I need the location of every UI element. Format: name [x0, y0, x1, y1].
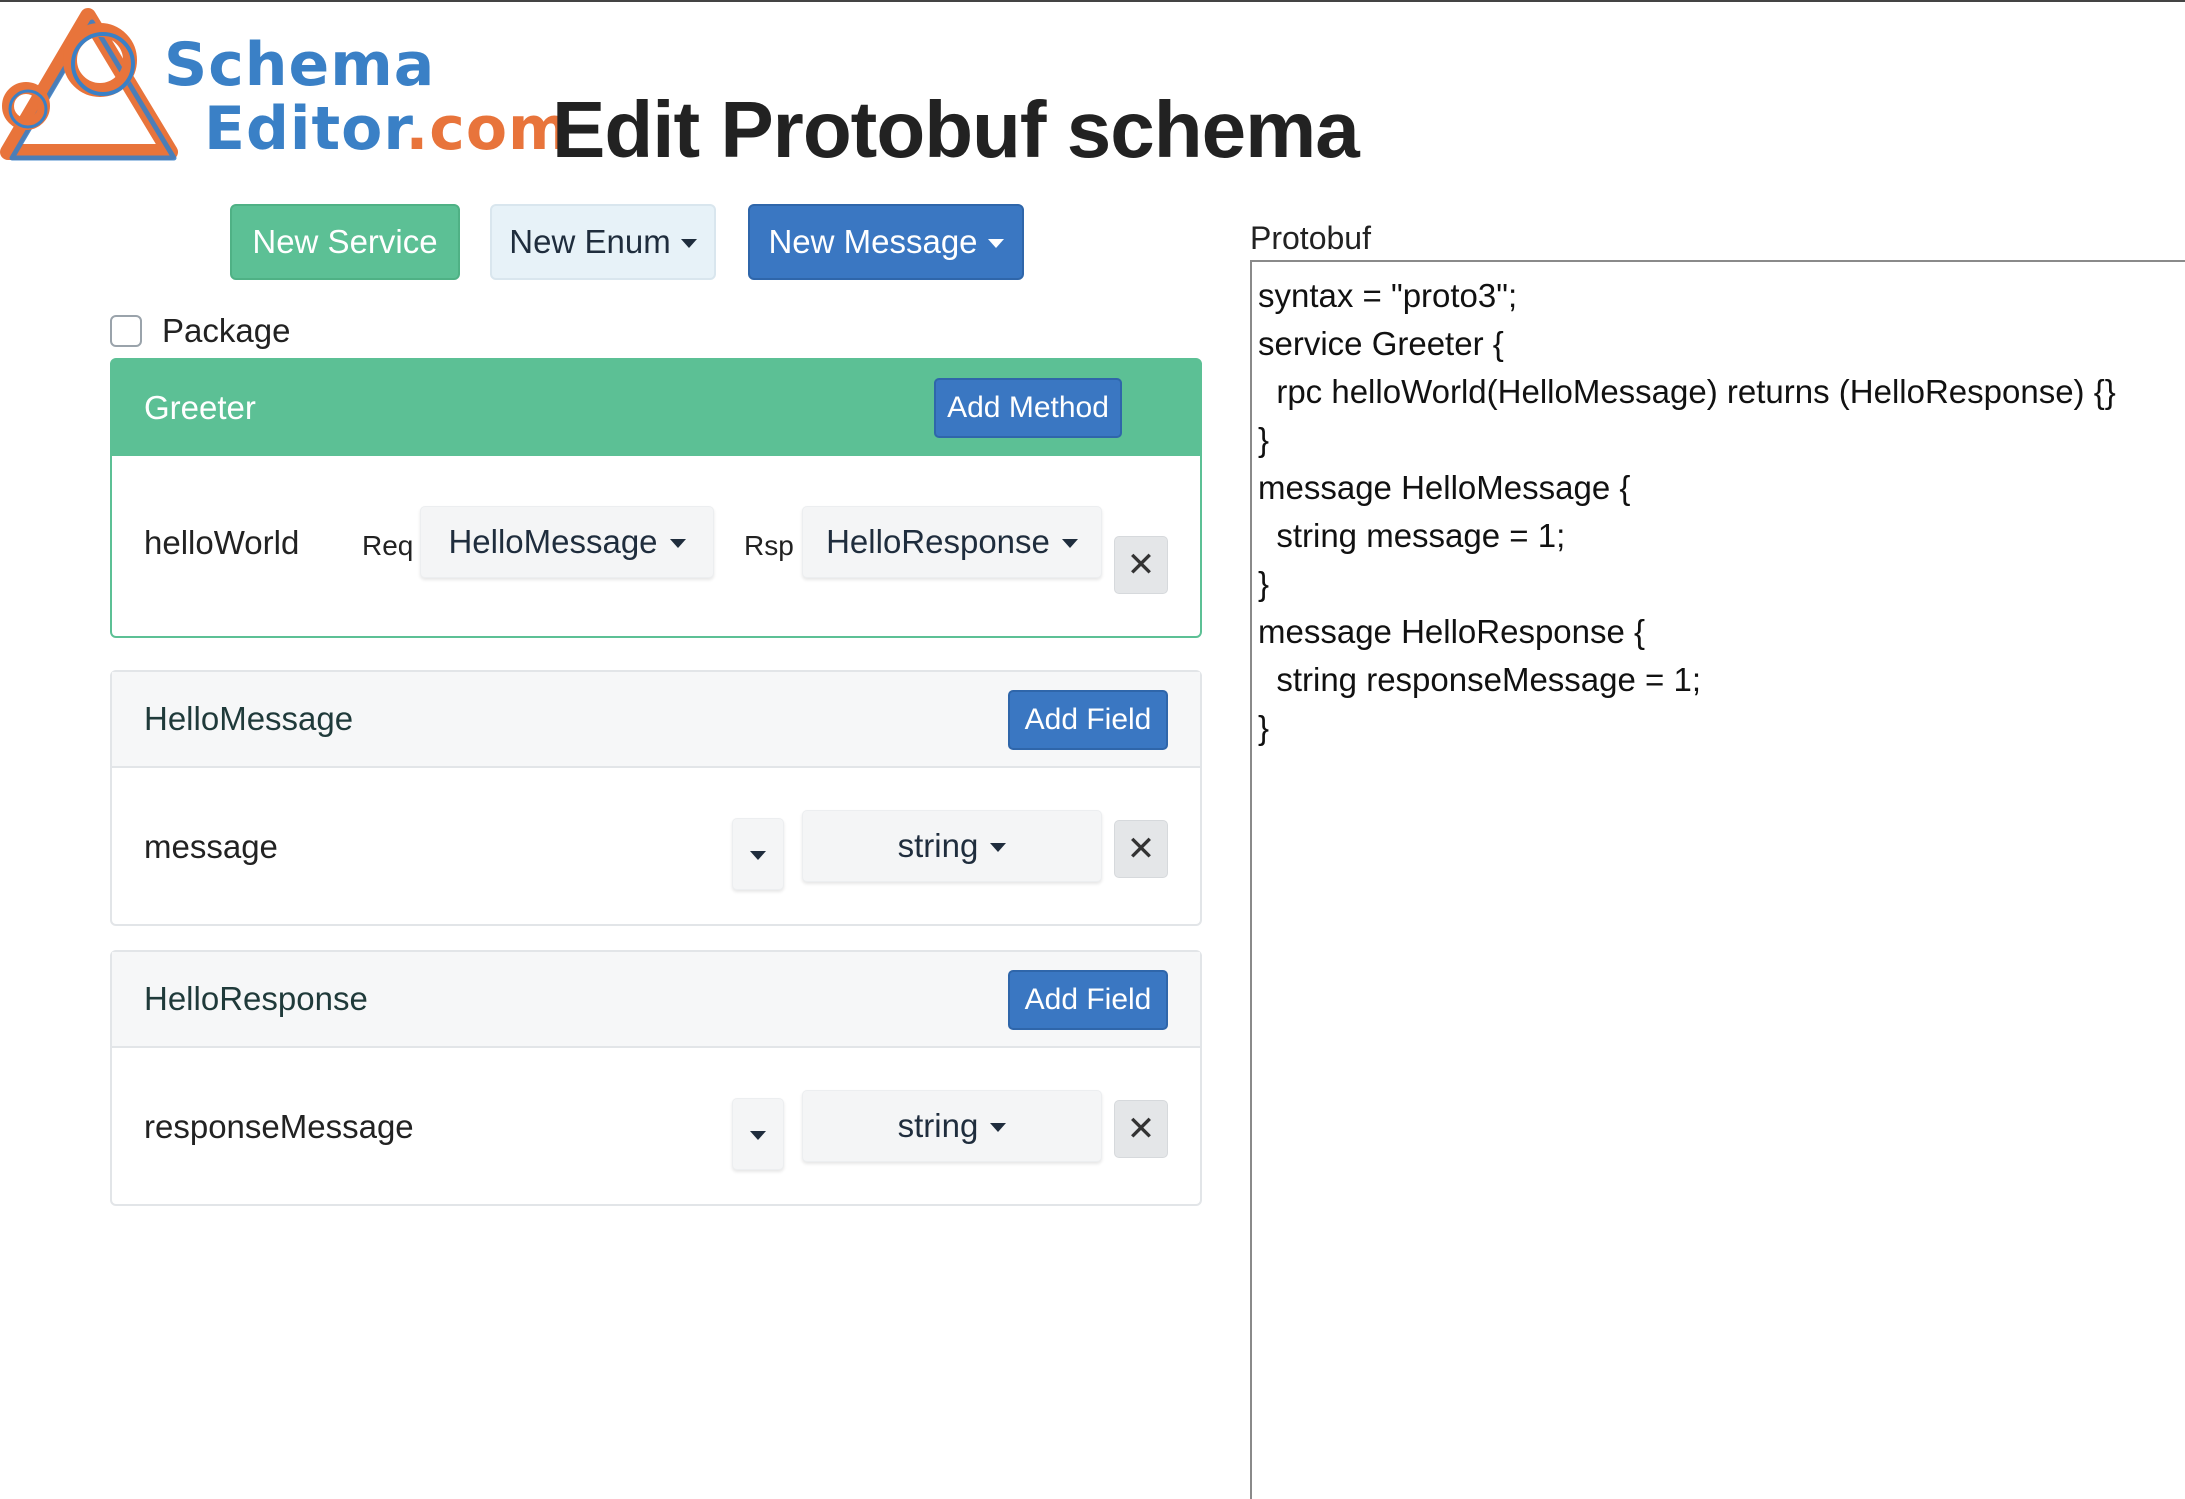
add-field-button[interactable]: Add Field	[1008, 970, 1168, 1030]
package-label: Package	[162, 312, 291, 349]
message-card-header: HelloResponse Add Field	[112, 952, 1200, 1048]
chevron-down-icon	[990, 1122, 1007, 1132]
remove-field-button[interactable]: ✕	[1114, 1100, 1168, 1158]
rsp-label: Rsp	[744, 530, 794, 561]
add-method-label: Add Method	[947, 391, 1109, 424]
logo-text-schema: Schema	[164, 30, 436, 100]
code-line: syntax = "proto3";	[1258, 277, 1518, 314]
code-line: string responseMessage = 1;	[1258, 661, 1701, 698]
field-type-value: string	[897, 1107, 979, 1144]
request-type-value: HelloMessage	[448, 523, 658, 560]
new-service-button[interactable]: New Service	[230, 204, 460, 280]
chevron-down-icon	[1061, 538, 1078, 548]
logo-text-editor-main: Editor	[204, 94, 406, 164]
new-message-dropdown-button[interactable]: New Message	[748, 204, 1024, 280]
protobuf-code: syntax = "proto3"; service Greeter { rpc …	[1258, 272, 2116, 752]
new-enum-dropdown-button[interactable]: New Enum	[490, 204, 716, 280]
chevron-down-icon	[987, 238, 1004, 248]
close-icon: ✕	[1126, 1110, 1156, 1148]
remove-field-button[interactable]: ✕	[1114, 820, 1168, 878]
code-line: rpc helloWorld(HelloMessage) returns (He…	[1258, 373, 2116, 410]
chevron-down-icon	[750, 1130, 766, 1140]
field-type-dropdown[interactable]: string	[802, 1090, 1102, 1162]
chevron-down-icon	[669, 538, 686, 548]
chevron-down-icon	[750, 850, 766, 860]
message-name: HelloResponse	[144, 980, 368, 1017]
new-service-label: New Service	[252, 223, 438, 260]
schema-editor-logo[interactable]: Schema Editor.com	[0, 2, 571, 172]
response-type-dropdown[interactable]: HelloResponse	[802, 506, 1102, 578]
add-method-button[interactable]: Add Method	[934, 378, 1122, 438]
req-label: Req	[362, 530, 414, 561]
code-line: service Greeter {	[1258, 325, 1504, 362]
package-checkbox[interactable]	[110, 315, 142, 347]
field-label-dropdown[interactable]	[732, 818, 784, 890]
logo-triangle-icon	[0, 8, 178, 161]
field-name: message	[144, 828, 278, 865]
page-title: Edit Protobuf schema	[552, 85, 1360, 174]
chevron-down-icon	[990, 842, 1007, 852]
service-card: Greeter Add Method helloWorld Req HelloM…	[110, 358, 1202, 638]
message-card: HelloResponse Add Field responseMessage …	[110, 950, 1202, 1206]
add-field-label: Add Field	[1024, 703, 1152, 736]
protobuf-label: Protobuf	[1250, 220, 1371, 256]
message-name: HelloMessage	[144, 700, 354, 737]
field-label-dropdown[interactable]	[732, 1098, 784, 1170]
close-icon: ✕	[1126, 546, 1156, 584]
field-name: responseMessage	[144, 1108, 414, 1145]
field-type-value: string	[897, 827, 979, 864]
service-card-header: Greeter Add Method	[112, 360, 1200, 456]
logo-text-editor: Editor.com	[204, 94, 572, 164]
service-name: Greeter	[144, 389, 256, 426]
response-type-value: HelloResponse	[826, 523, 1050, 560]
new-message-label: New Message	[768, 223, 978, 260]
message-card: HelloMessage Add Field message string ✕	[110, 670, 1202, 926]
code-line: }	[1258, 709, 1270, 746]
add-field-button[interactable]: Add Field	[1008, 690, 1168, 750]
code-line: }	[1258, 565, 1270, 602]
remove-method-button[interactable]: ✕	[1114, 536, 1168, 594]
chevron-down-icon	[680, 238, 697, 248]
close-icon: ✕	[1126, 830, 1156, 868]
message-card-header: HelloMessage Add Field	[112, 672, 1200, 768]
new-enum-label: New Enum	[509, 223, 671, 260]
request-type-dropdown[interactable]: HelloMessage	[420, 506, 714, 578]
add-field-label: Add Field	[1024, 983, 1152, 1016]
method-name: helloWorld	[144, 524, 300, 561]
code-line: string message = 1;	[1258, 517, 1566, 554]
code-line: }	[1258, 421, 1270, 458]
code-line: message HelloResponse {	[1258, 613, 1646, 650]
code-line: message HelloMessage {	[1258, 469, 1631, 506]
package-option: Package	[110, 312, 290, 350]
field-type-dropdown[interactable]: string	[802, 810, 1102, 882]
logo-text-dotcom: .com	[405, 94, 572, 164]
